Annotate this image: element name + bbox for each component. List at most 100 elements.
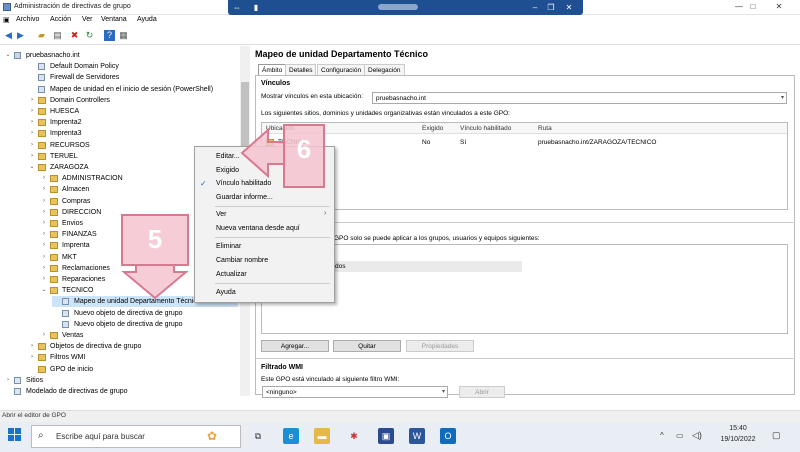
chevron-right-icon[interactable]: › <box>28 106 36 117</box>
slack-icon[interactable]: ✱ <box>346 428 362 444</box>
chevron-right-icon[interactable]: › <box>28 151 36 162</box>
menu-ventana[interactable]: Ventana <box>101 16 127 23</box>
col-ruta[interactable]: Ruta <box>538 125 552 132</box>
edge-icon[interactable]: e <box>283 428 299 444</box>
network-icon[interactable]: ▭ <box>676 431 684 440</box>
tree-item[interactable]: Mapeo de unidad en el inicio de sesión (… <box>28 84 238 95</box>
folder-icon <box>50 332 58 339</box>
chevron-right-icon[interactable]: › <box>28 95 36 106</box>
links-table <box>261 122 788 210</box>
chevron-right-icon[interactable]: › <box>40 274 48 285</box>
show-tree-icon[interactable]: ▤ <box>52 30 63 41</box>
menu-archivo[interactable]: Archivo <box>16 16 39 23</box>
windows-start-icon[interactable] <box>8 428 22 442</box>
menu-accion[interactable]: Acción <box>50 16 71 23</box>
tree-item[interactable]: Nuevo objeto de directiva de grupo <box>52 319 238 330</box>
delete-icon[interactable]: ✖ <box>69 30 80 41</box>
clock-time[interactable]: 15:40 <box>720 425 756 432</box>
menu-item-editar[interactable]: Editar... <box>216 153 240 160</box>
outlook-icon[interactable]: O <box>440 428 456 444</box>
file-explorer-icon[interactable]: ▬ <box>314 428 330 444</box>
forward-icon[interactable]: ▶ <box>15 30 26 41</box>
tree-item[interactable]: Default Domain Policy <box>28 61 238 72</box>
tree-item[interactable]: Modelado de directivas de grupo <box>4 386 238 396</box>
chevron-right-icon[interactable]: › <box>40 240 48 251</box>
tree-item[interactable]: Firewall de Servidores <box>28 72 238 83</box>
chevron-right-icon[interactable]: › <box>40 184 48 195</box>
clock-date[interactable]: 19/10/2022 <box>716 436 760 443</box>
chevron-down-icon[interactable]: ⌄ <box>28 162 36 173</box>
tab-configuracion[interactable]: Configuración <box>317 64 366 75</box>
table-row[interactable]: TECNICO No Sí pruebasnacho.int/ZARAGOZA/… <box>262 137 787 148</box>
tab-delegacion[interactable]: Delegación <box>364 64 405 75</box>
gpo-icon <box>62 309 69 317</box>
remote-minimize-icon[interactable]: – <box>528 1 542 14</box>
quitar-button[interactable]: Quitar <box>333 340 401 352</box>
tab-ambito[interactable]: Ámbito <box>258 64 287 75</box>
menu-item-actualizar[interactable]: Actualizar <box>216 271 247 278</box>
wmi-filter-combo[interactable]: <ninguno> ▾ <box>262 386 448 398</box>
properties-icon[interactable]: ▦ <box>118 30 129 41</box>
chevron-right-icon[interactable]: › <box>40 263 48 274</box>
chevron-right-icon[interactable]: › <box>40 173 48 184</box>
tree-item[interactable]: › Ventas <box>40 330 238 341</box>
tree-item[interactable]: › Imprenta2 <box>28 117 238 128</box>
menu-item-ayuda[interactable]: Ayuda <box>216 289 236 296</box>
chevron-right-icon[interactable]: › <box>28 128 36 139</box>
tree-item[interactable]: GPO de inicio <box>28 364 238 375</box>
refresh-icon[interactable]: ↻ <box>84 30 95 41</box>
tree-item[interactable]: › Objetos de directiva de grupo <box>28 341 238 352</box>
chevron-right-icon[interactable]: › <box>28 140 36 151</box>
remote-restore-icon[interactable]: ❐ <box>544 1 558 14</box>
tree-item[interactable]: › HUESCA <box>28 106 238 117</box>
links-location-combo[interactable]: pruebasnacho.int ▾ <box>372 92 787 104</box>
admin-tool-icon[interactable]: ▣ <box>378 428 394 444</box>
tree-item[interactable]: ⌄ pruebasnacho.int <box>4 50 238 61</box>
tray-chevron-icon[interactable]: ^ <box>660 431 664 440</box>
chevron-right-icon[interactable]: › <box>40 252 48 263</box>
pin-icon[interactable]: ⇔ <box>232 1 242 14</box>
menu-ayuda[interactable]: Ayuda <box>137 16 157 23</box>
chevron-down-icon[interactable]: ⌄ <box>40 285 48 296</box>
tree-item-label: Imprenta <box>62 242 90 250</box>
chevron-down-icon[interactable]: ⌄ <box>4 50 12 61</box>
tree-item[interactable]: › Domain Controllers <box>28 95 238 106</box>
menu-item-exigido[interactable]: Exigido <box>216 167 239 174</box>
propiedades-button[interactable]: Propiedades <box>406 340 474 352</box>
word-icon[interactable]: W <box>409 428 425 444</box>
col-exigido[interactable]: Exigido <box>422 125 443 132</box>
maximize-button[interactable]: □ <box>744 1 762 13</box>
col-vinculo-habilitado[interactable]: Vínculo habilitado <box>460 125 511 132</box>
chevron-right-icon[interactable]: › <box>40 207 48 218</box>
tab-detalles[interactable]: Detalles <box>285 64 317 75</box>
close-button[interactable]: ✕ <box>770 1 788 13</box>
taskbar-search-box[interactable]: ⌕ Escribe aquí para buscar ✿ <box>31 425 241 448</box>
tree-item[interactable]: Nuevo objeto de directiva de grupo <box>52 308 238 319</box>
tree-item[interactable]: › Filtros WMI <box>28 352 238 363</box>
tree-item[interactable]: › Imprenta3 <box>28 128 238 139</box>
menu-item-cambiar-nombre[interactable]: Cambiar nombre <box>216 257 268 264</box>
up-folder-icon[interactable]: ▰ <box>36 30 47 41</box>
chevron-right-icon[interactable]: › <box>28 341 36 352</box>
menu-item-ver[interactable]: Ver <box>216 211 227 218</box>
chevron-right-icon[interactable]: › <box>28 352 36 363</box>
remote-close-icon[interactable]: ✕ <box>562 1 576 14</box>
help-icon[interactable]: ? <box>104 30 115 41</box>
chevron-right-icon[interactable]: › <box>40 196 48 207</box>
task-view-icon[interactable]: ⧉ <box>250 428 266 444</box>
menu-item-nueva-ventana[interactable]: Nueva ventana desde aquí <box>216 225 300 232</box>
menu-ver[interactable]: Ver <box>82 16 93 23</box>
chevron-right-icon[interactable]: › <box>40 218 48 229</box>
agregar-button[interactable]: Agregar... <box>261 340 329 352</box>
notifications-icon[interactable]: ▢ <box>772 430 781 441</box>
volume-icon[interactable]: ◁) <box>692 430 702 441</box>
tree-item[interactable]: › Sitios <box>4 375 238 386</box>
chevron-right-icon[interactable]: › <box>40 229 48 240</box>
abrir-button[interactable]: Abrir <box>459 386 505 398</box>
menu-item-eliminar[interactable]: Eliminar <box>216 243 241 250</box>
chevron-right-icon[interactable]: › <box>40 330 48 341</box>
chevron-right-icon[interactable]: › <box>28 117 36 128</box>
menu-item-guardar-informe[interactable]: Guardar informe... <box>216 194 273 201</box>
back-icon[interactable]: ◀ <box>3 30 14 41</box>
chevron-right-icon[interactable]: › <box>4 375 12 386</box>
